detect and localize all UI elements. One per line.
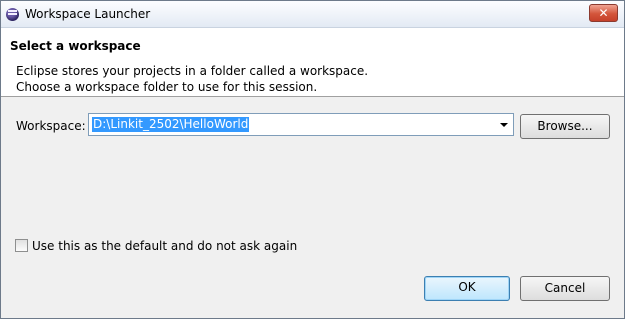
browse-button[interactable]: Browse... <box>520 114 610 139</box>
window-title: Workspace Launcher <box>25 7 151 21</box>
description-line-1: Eclipse stores your projects in a folder… <box>16 64 369 78</box>
default-workspace-checkbox[interactable] <box>15 239 28 252</box>
ok-button[interactable]: OK <box>424 276 510 301</box>
workspace-combo[interactable]: D:\Linkit_2502\HelloWorld <box>88 113 514 136</box>
eclipse-icon <box>6 8 19 21</box>
cancel-button[interactable]: Cancel <box>520 276 610 301</box>
workspace-path-value[interactable]: D:\Linkit_2502\HelloWorld <box>92 117 250 132</box>
default-workspace-checkbox-label[interactable]: Use this as the default and do not ask a… <box>32 239 297 253</box>
workspace-launcher-dialog: Workspace Launcher ✕ Select a workspace … <box>0 0 625 319</box>
title-bar[interactable]: Workspace Launcher ✕ <box>1 1 624 28</box>
section-title: Select a workspace <box>10 39 141 53</box>
close-button[interactable]: ✕ <box>589 4 618 22</box>
workspace-label: Workspace: <box>16 119 86 133</box>
dialog-header: Select a workspace Eclipse stores your p… <box>1 28 624 97</box>
description-line-2: Choose a workspace folder to use for thi… <box>16 80 318 94</box>
chevron-down-icon[interactable] <box>500 123 508 127</box>
